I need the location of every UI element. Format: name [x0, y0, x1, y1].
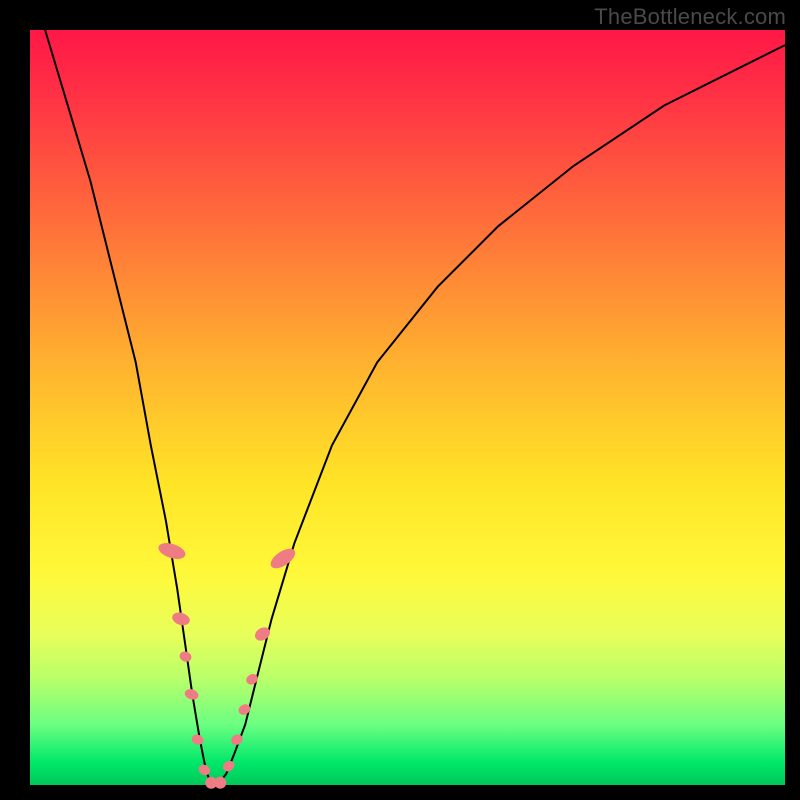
- curve-marker: [213, 775, 228, 790]
- curve-marker: [267, 545, 298, 572]
- plot-area: [30, 30, 785, 785]
- chart-frame: TheBottleneck.com: [0, 0, 800, 800]
- bottleneck-curve: [45, 30, 785, 785]
- curve-marker: [178, 650, 193, 663]
- watermark-text: TheBottleneck.com: [594, 4, 786, 30]
- curve-marker: [171, 610, 192, 627]
- curve-svg: [30, 30, 785, 785]
- curve-marker: [197, 763, 212, 778]
- curve-marker: [190, 733, 205, 747]
- marker-layer: [156, 540, 298, 790]
- curve-marker: [221, 759, 237, 774]
- curve-marker: [183, 687, 199, 701]
